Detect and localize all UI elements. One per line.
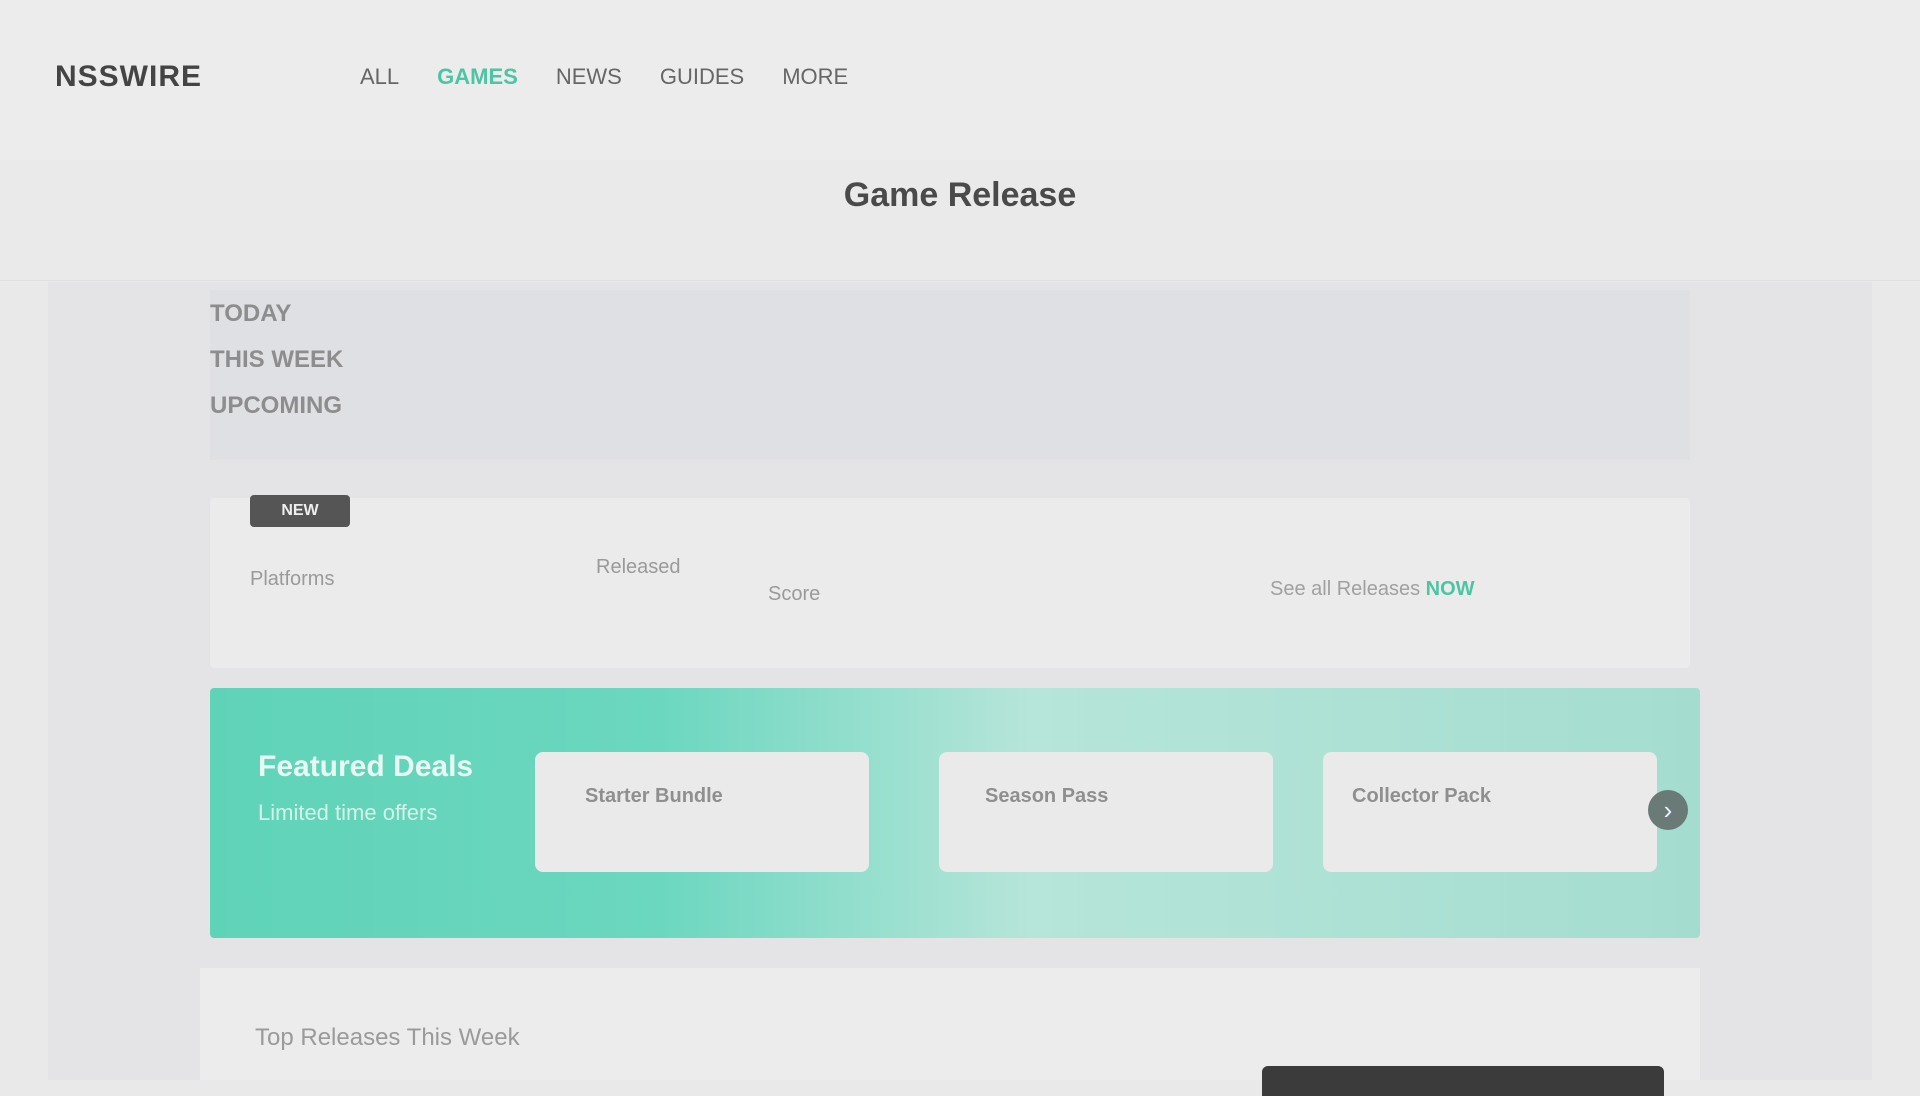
nav-link-guides[interactable]: GUIDES (660, 64, 744, 90)
top-banner (210, 290, 1690, 460)
card-stat-score: Score (768, 583, 821, 605)
list-heading: Top Releases This Week (255, 1024, 520, 1051)
card-subtitle: Platforms (250, 568, 335, 590)
promo-title: Featured Deals (258, 750, 474, 783)
promo-slot-1[interactable] (535, 752, 869, 872)
promo-slot-2[interactable] (939, 752, 1273, 872)
nav-link-more[interactable]: MORE (782, 64, 848, 90)
site-logo[interactable]: NSSWIRE (55, 60, 202, 94)
promo-slot-3[interactable] (1323, 752, 1657, 872)
side-label-upcoming[interactable]: UPCOMING (210, 392, 410, 420)
nav-link-all[interactable]: ALL (360, 64, 399, 90)
card-stat-released: Released (596, 556, 681, 578)
promo-slot-1-label: Starter Bundle (585, 785, 723, 807)
card-action-link[interactable]: NOW (1426, 578, 1475, 600)
promo-subtitle: Limited time offers (258, 800, 438, 825)
promo-slot-2-label: Season Pass (985, 785, 1109, 807)
side-label-today[interactable]: TODAY (210, 300, 410, 328)
card-action-label: See all Releases (1270, 578, 1421, 600)
chevron-right-icon[interactable]: › (1648, 790, 1688, 830)
page-title: Game Release (843, 176, 1077, 214)
card-action: See all Releases NOW (1270, 578, 1475, 601)
side-labels: TODAY THIS WEEK UPCOMING (210, 300, 410, 438)
nav-link-news[interactable]: NEWS (556, 64, 622, 90)
top-nav-bar (0, 0, 1920, 160)
status-badge: NEW (250, 495, 350, 527)
promo-slot-3-label: Collector Pack (1352, 785, 1491, 807)
side-label-this-week[interactable]: THIS WEEK (210, 346, 410, 374)
nav-link-games[interactable]: GAMES (437, 64, 518, 90)
nav-links: ALL GAMES NEWS GUIDES MORE (360, 64, 848, 90)
list-action-button[interactable] (1262, 1066, 1664, 1096)
